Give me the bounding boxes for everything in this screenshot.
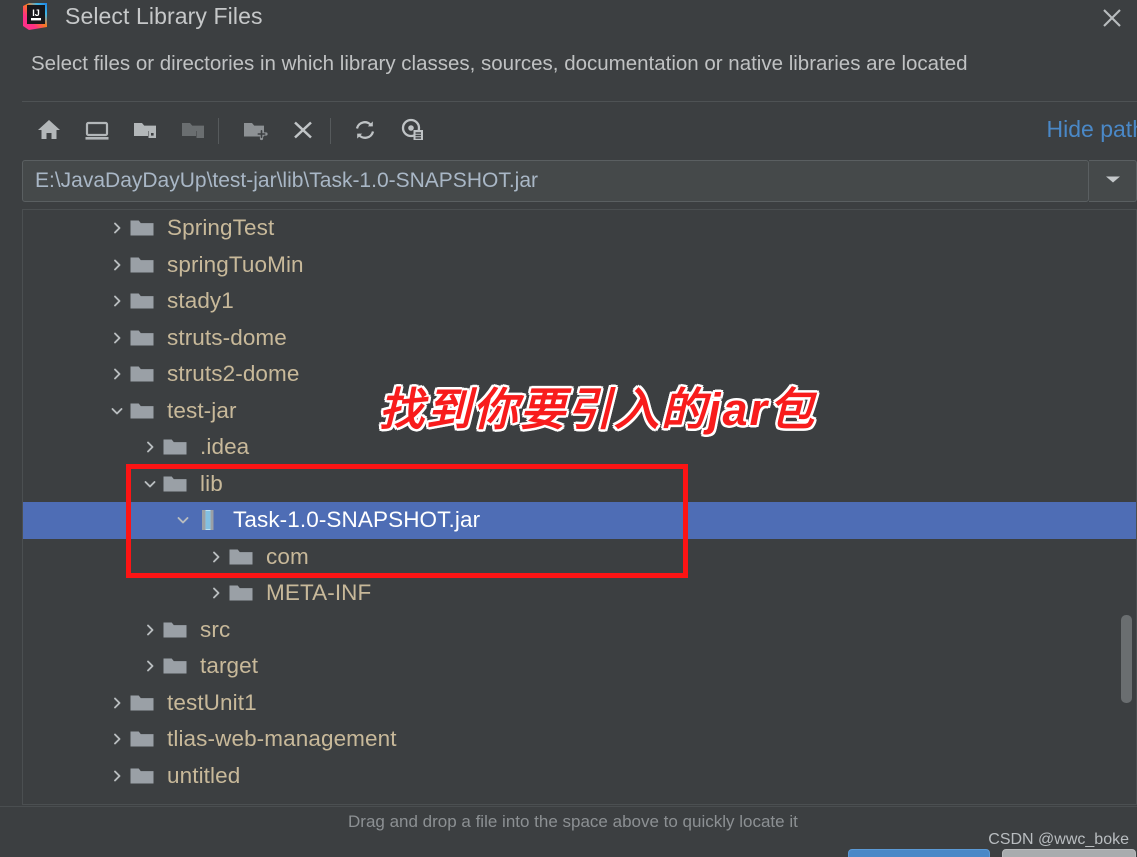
folder-icon: [162, 434, 196, 460]
tree-row[interactable]: testUnit1: [23, 685, 1136, 722]
tree-row[interactable]: target: [23, 648, 1136, 685]
chevron-right-icon[interactable]: [138, 439, 162, 455]
svg-text:IJ: IJ: [32, 8, 40, 18]
tree-row[interactable]: struts-dome: [23, 320, 1136, 357]
tree-row-label: com: [266, 543, 309, 569]
path-input[interactable]: E:\JavaDayDayUp\test-jar\lib\Task-1.0-SN…: [22, 160, 1089, 202]
folder-icon: [129, 690, 163, 716]
folder-icon: [129, 398, 163, 424]
jar-icon: [195, 507, 229, 533]
chevron-right-icon[interactable]: [138, 658, 162, 674]
file-tree-panel[interactable]: SpringTest springTuoMin stady1 struts-dome s…: [22, 209, 1137, 805]
chevron-right-icon[interactable]: [204, 549, 228, 565]
chevron-down-icon: [1104, 172, 1122, 190]
tree-row-label: struts-dome: [167, 324, 287, 350]
folder-icon: [129, 361, 163, 387]
folder-icon: [162, 653, 196, 679]
ok-button[interactable]: [848, 849, 990, 857]
tree-row-label: struts2-dome: [167, 361, 300, 387]
tree-row-label: src: [200, 616, 231, 642]
tree-row-label: Task-1.0-SNAPSHOT.jar: [233, 507, 481, 533]
chevron-right-icon[interactable]: [105, 366, 129, 382]
tree-row[interactable]: src: [23, 612, 1136, 649]
tree-row[interactable]: META-INF: [23, 575, 1136, 612]
intellij-idea-logo-icon: IJ: [20, 2, 50, 32]
chevron-right-icon[interactable]: [105, 768, 129, 784]
file-tree: SpringTest springTuoMin stady1 struts-dome s…: [23, 210, 1136, 794]
tree-row-label: tlias-web-management: [167, 726, 397, 752]
desktop-icon[interactable]: [76, 108, 118, 152]
tree-row[interactable]: com: [23, 539, 1136, 576]
tree-row[interactable]: struts2-dome: [23, 356, 1136, 393]
chevron-right-icon[interactable]: [138, 622, 162, 638]
chevron-right-icon[interactable]: [105, 695, 129, 711]
tree-scrollbar-track[interactable]: [1121, 211, 1135, 804]
folder-icon: [228, 544, 262, 570]
tree-row[interactable]: lib: [23, 466, 1136, 503]
chevron-right-icon[interactable]: [105, 731, 129, 747]
folder-up-icon[interactable]: [124, 108, 166, 152]
tree-row-label: springTuoMin: [167, 251, 304, 277]
close-icon[interactable]: [1095, 2, 1129, 34]
tree-row-label: lib: [200, 470, 223, 496]
folder-icon: [228, 580, 262, 606]
folder-icon: [129, 288, 163, 314]
footer-divider: [0, 806, 1137, 807]
chevron-down-icon[interactable]: [138, 476, 162, 492]
tree-row-label: testUnit1: [167, 689, 257, 715]
chevron-right-icon[interactable]: [105, 330, 129, 346]
tree-row[interactable]: .idea: [23, 429, 1136, 466]
tree-row[interactable]: untitled: [23, 758, 1136, 795]
chevron-right-icon[interactable]: [105, 220, 129, 236]
title-bar: IJ Select Library Files: [0, 0, 1137, 40]
tree-row-label: test-jar: [167, 397, 237, 423]
path-dropdown-button[interactable]: [1089, 160, 1137, 202]
footer-hint: Drag and drop a file into the space abov…: [348, 812, 798, 831]
csdn-watermark: CSDN @wwc_boke: [988, 831, 1129, 848]
tree-row-label: META-INF: [266, 580, 372, 606]
tree-row[interactable]: test-jar: [23, 393, 1136, 430]
folder-icon: [162, 617, 196, 643]
tree-row[interactable]: stady1: [23, 283, 1136, 320]
tree-row-label: untitled: [167, 762, 241, 788]
chevron-right-icon[interactable]: [204, 585, 228, 601]
new-folder-icon[interactable]: [234, 108, 276, 152]
refresh-icon[interactable]: [344, 108, 386, 152]
folder-icon: [129, 215, 163, 241]
folder-disabled-icon: [172, 108, 214, 152]
toolbar-divider-1: [218, 118, 219, 144]
tree-row-label: SpringTest: [167, 215, 275, 241]
dialog-subtitle: Select files or directories in which lib…: [31, 52, 968, 75]
cancel-button[interactable]: [1002, 849, 1136, 857]
header-divider: [22, 101, 1137, 102]
file-chooser-toolbar: Hide path: [0, 106, 1137, 154]
tree-row[interactable]: tlias-web-management: [23, 721, 1136, 758]
hide-path-link[interactable]: Hide path: [1047, 116, 1137, 143]
home-icon[interactable]: [28, 108, 70, 152]
tree-row[interactable]: Task-1.0-SNAPSHOT.jar: [23, 502, 1136, 539]
folder-icon: [129, 325, 163, 351]
tree-row-label: stady1: [167, 288, 234, 314]
chevron-right-icon[interactable]: [105, 257, 129, 273]
folder-icon: [162, 471, 196, 497]
tree-row-label: target: [200, 653, 259, 679]
folder-icon: [129, 726, 163, 752]
chevron-right-icon[interactable]: [105, 293, 129, 309]
folder-icon: [129, 763, 163, 789]
select-library-files-dialog: IJ Select Library Files Select files or …: [0, 0, 1137, 857]
tree-scrollbar-thumb[interactable]: [1121, 615, 1132, 703]
show-hidden-icon[interactable]: [392, 108, 434, 152]
chevron-down-icon[interactable]: [171, 512, 195, 528]
path-bar: E:\JavaDayDayUp\test-jar\lib\Task-1.0-SN…: [22, 160, 1137, 202]
toolbar-divider-2: [330, 118, 331, 144]
delete-icon[interactable]: [282, 108, 324, 152]
page-title: Select Library Files: [65, 3, 263, 29]
chevron-down-icon[interactable]: [105, 403, 129, 419]
tree-row-label: .idea: [200, 434, 250, 460]
tree-row[interactable]: springTuoMin: [23, 247, 1136, 284]
tree-row[interactable]: SpringTest: [23, 210, 1136, 247]
folder-icon: [129, 252, 163, 278]
